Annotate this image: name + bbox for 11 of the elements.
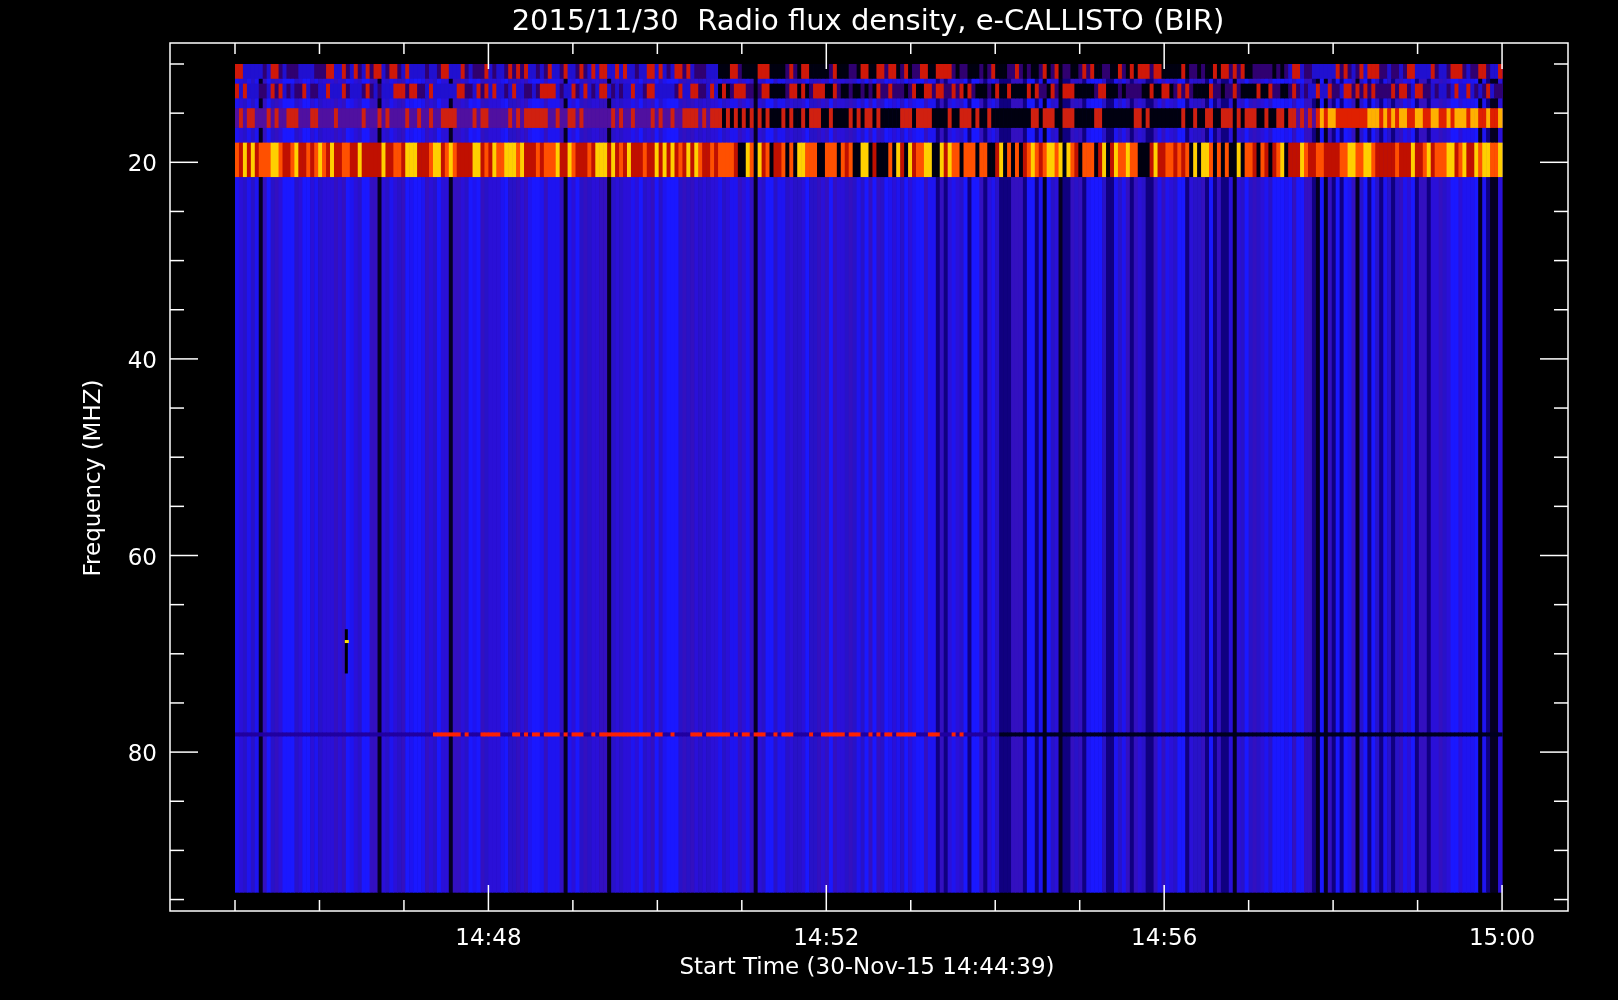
x-axis-label: Start Time (30-Nov-15 14:44:39) <box>679 953 1055 979</box>
x-tick-label: 15:00 <box>1468 924 1536 950</box>
chart-title: 2015/11/30 Radio flux density, e-CALLISTO (BIR) <box>511 3 1225 37</box>
y-tick-label: 40 <box>127 346 157 373</box>
x-tick-label: 14:52 <box>793 924 860 950</box>
y-tick-label: 20 <box>127 150 157 177</box>
y-axis-label: Frequency (MHZ) <box>79 379 105 577</box>
x-tick-label: 14:56 <box>1131 924 1198 950</box>
x-tick-label: 14:48 <box>455 924 522 950</box>
y-tick-label: 80 <box>127 740 157 767</box>
y-tick-label: 60 <box>127 543 157 570</box>
